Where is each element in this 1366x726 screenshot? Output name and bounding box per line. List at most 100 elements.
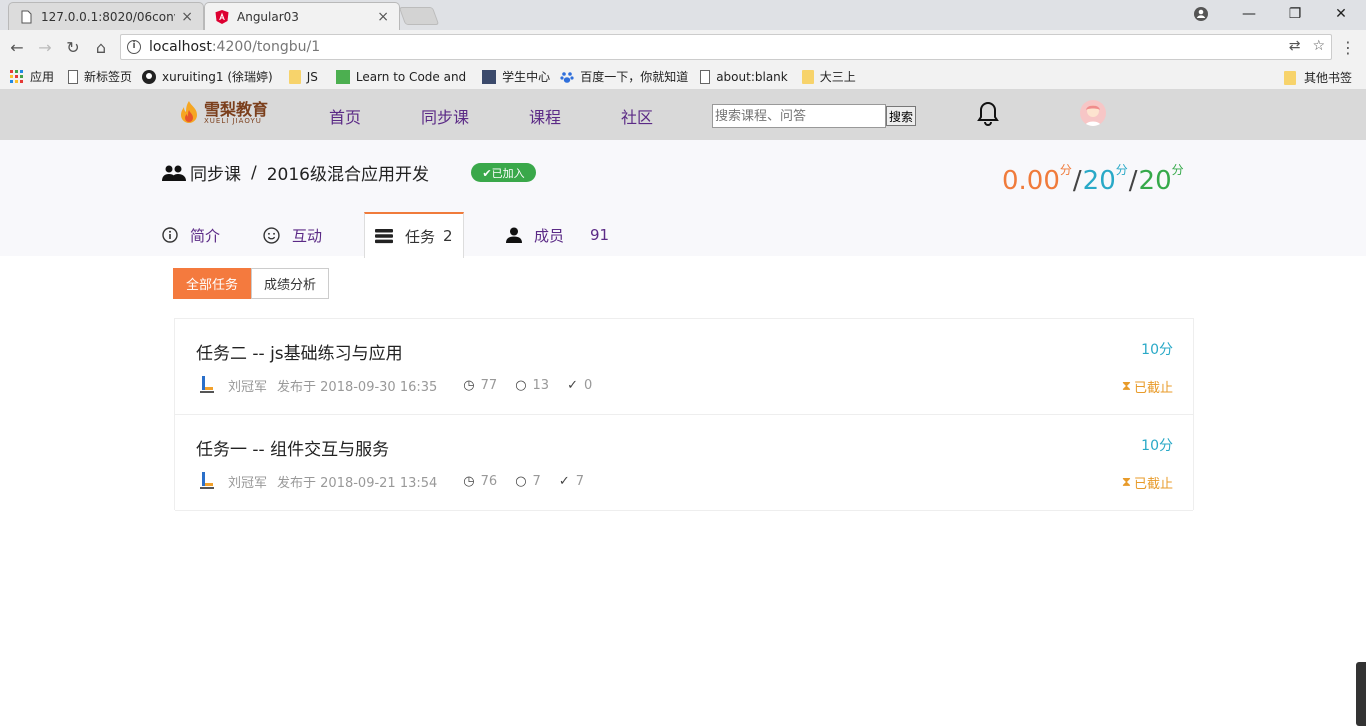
author-avatar — [200, 472, 214, 489]
task-status: ⧗ 已截止 — [1122, 377, 1173, 396]
browser-tab-conv[interactable]: 127.0.0.1:8020/06conv × — [8, 2, 204, 30]
bookmark-label: JS — [306, 69, 318, 84]
earned-score: 0.00 — [1002, 166, 1060, 196]
check-circle-icon: ✓ — [567, 377, 578, 393]
bell-icon[interactable] — [976, 100, 1000, 128]
forward-icon[interactable]: → — [34, 36, 56, 58]
browser-toolbar: ← → ↻ ⌂ i localhost:4200/tongbu/1 ⇄ ☆ ⋮ — [0, 30, 1366, 64]
bookmark-learn-to-code[interactable]: Learn to Code and — [335, 69, 467, 84]
task-completed: ✓ 7 — [559, 474, 584, 489]
bookmark-star-icon[interactable]: ☆ — [1312, 38, 1325, 54]
task-views: ◷ 76 — [463, 474, 497, 489]
folder-icon — [801, 69, 814, 84]
back-icon[interactable]: ← — [6, 36, 28, 58]
tab-tasks[interactable]: 任务 2 — [364, 212, 464, 258]
score-summary: 0.00 分 / 20 分 / 20 分 — [1002, 164, 1184, 194]
desktop-widget-edge — [1356, 662, 1366, 726]
reload-icon[interactable]: ↻ — [62, 36, 84, 58]
tab-label: 成员 — [534, 226, 565, 245]
bookmark-github[interactable]: xuruiting1 (徐瑞婷) — [142, 68, 273, 85]
user-avatar[interactable] — [1080, 100, 1106, 126]
nav-home[interactable]: 首页 — [329, 104, 361, 128]
total-unit-2: 分 — [1171, 163, 1184, 177]
tab-interaction[interactable]: 互动 — [263, 212, 322, 258]
task-completed: ✓ 0 — [567, 378, 592, 393]
course-title: 2016级混合应用开发 — [266, 165, 429, 185]
bookmark-newtab[interactable]: 新标签页 — [68, 68, 132, 85]
site-info-icon[interactable]: i — [127, 40, 141, 54]
page-icon — [68, 69, 79, 84]
bookmark-student-center[interactable]: 学生中心 — [482, 68, 550, 85]
bookmark-label: Learn to Code and — [355, 69, 467, 84]
flame-logo-icon — [181, 101, 197, 123]
close-tab-icon[interactable]: × — [181, 9, 193, 25]
clock-icon: ◷ — [463, 473, 475, 489]
url-host: localhost — [149, 39, 212, 55]
student-center-icon — [482, 69, 497, 84]
bookmark-label: 应用 — [30, 70, 55, 84]
task-item[interactable]: 任务一 -- 组件交互与服务 刘冠军 发布于 2018-09-21 13:54 … — [175, 415, 1193, 511]
apps-grid-icon — [10, 69, 23, 83]
score-separator: / — [1072, 166, 1082, 196]
tab-count: 2 — [443, 227, 453, 245]
bookmark-label: 其他书签 — [1303, 71, 1352, 85]
filter-grade-analysis[interactable]: 成绩分析 — [251, 268, 330, 299]
restore-button[interactable]: ❐ — [1272, 0, 1318, 28]
browser-tab-angular[interactable]: Angular03 × — [204, 2, 400, 30]
tab-title: 127.0.0.1:8020/06conv — [41, 9, 176, 24]
breadcrumb-separator: / — [251, 162, 257, 183]
address-bar[interactable]: i localhost:4200/tongbu/1 ⇄ ☆ — [120, 34, 1332, 60]
task-author[interactable]: 刘冠军 — [228, 472, 267, 491]
task-published: 发布于 2018-09-21 13:54 — [277, 475, 438, 491]
bookmark-baidu[interactable]: 百度一下，你就知道 — [560, 68, 688, 85]
bookmark-apps[interactable]: 应用 — [10, 68, 54, 85]
bookmark-dasanshang[interactable]: 大三上 — [801, 68, 856, 85]
task-meta: 刘冠军 发布于 2018-09-30 16:35 ◷ 77 ○ 13 ✓ 0 — [196, 374, 610, 396]
url-path: :4200/tongbu/1 — [211, 39, 321, 55]
new-tab-button[interactable] — [398, 7, 440, 25]
tab-label: 简介 — [190, 226, 221, 245]
breadcrumb-root[interactable]: 同步课 — [190, 160, 241, 185]
task-comments: ○ 13 — [515, 378, 549, 393]
filter-all-tasks[interactable]: 全部任务 — [173, 268, 252, 299]
bookmark-label: 大三上 — [819, 70, 856, 84]
tab-label: 互动 — [292, 226, 323, 245]
minimize-button[interactable]: — — [1226, 0, 1272, 28]
close-tab-icon[interactable]: × — [377, 9, 389, 25]
task-list: 任务二 -- js基础练习与应用 刘冠军 发布于 2018-09-30 16:3… — [174, 318, 1194, 511]
users-icon — [162, 165, 186, 181]
browser-menu-icon[interactable]: ⋮ — [1340, 38, 1356, 57]
github-icon — [142, 69, 157, 84]
completed-count: 7 — [575, 473, 584, 489]
task-views: ◷ 77 — [463, 378, 497, 393]
logo-text-en: XUELI JIAOYU — [204, 116, 262, 125]
task-title[interactable]: 任务二 -- js基础练习与应用 — [196, 339, 403, 364]
bookmark-label: about:blank — [716, 69, 788, 84]
task-item[interactable]: 任务二 -- js基础练习与应用 刘冠军 发布于 2018-09-30 16:3… — [175, 319, 1193, 415]
site-header: 雪梨教育 XUELI JIAOYU 首页 同步课 课程 社区 — [0, 90, 1366, 140]
search-input[interactable] — [712, 104, 886, 128]
hourglass-icon: ⧗ — [1121, 379, 1131, 394]
earned-unit: 分 — [1059, 163, 1072, 177]
home-icon[interactable]: ⌂ — [90, 36, 112, 58]
site-logo[interactable]: 雪梨教育 XUELI JIAOYU — [178, 100, 268, 126]
tab-intro[interactable]: 简介 — [162, 212, 220, 258]
translate-icon[interactable]: ⇄ — [1289, 38, 1301, 54]
clock-icon: ◷ — [463, 377, 475, 393]
bookmark-about-blank[interactable]: about:blank — [700, 69, 788, 84]
user-icon — [506, 227, 522, 243]
task-filter: 全部任务 成绩分析 — [173, 268, 330, 299]
search-button[interactable]: 搜索 — [886, 106, 916, 126]
bookmark-other[interactable]: 其他书签 — [1283, 69, 1352, 86]
nav-courses[interactable]: 课程 — [529, 104, 561, 128]
nav-sync-course[interactable]: 同步课 — [421, 104, 469, 128]
close-window-button[interactable]: ✕ — [1318, 0, 1364, 28]
task-author[interactable]: 刘冠军 — [228, 376, 267, 395]
comment-icon: ○ — [515, 377, 527, 393]
tab-count: 91 — [590, 226, 610, 244]
bookmark-js[interactable]: JS — [288, 69, 318, 84]
task-title[interactable]: 任务一 -- 组件交互与服务 — [196, 435, 389, 460]
profile-icon[interactable] — [1194, 7, 1208, 21]
nav-community[interactable]: 社区 — [621, 104, 653, 128]
tab-members[interactable]: 成员 91 — [506, 212, 609, 258]
